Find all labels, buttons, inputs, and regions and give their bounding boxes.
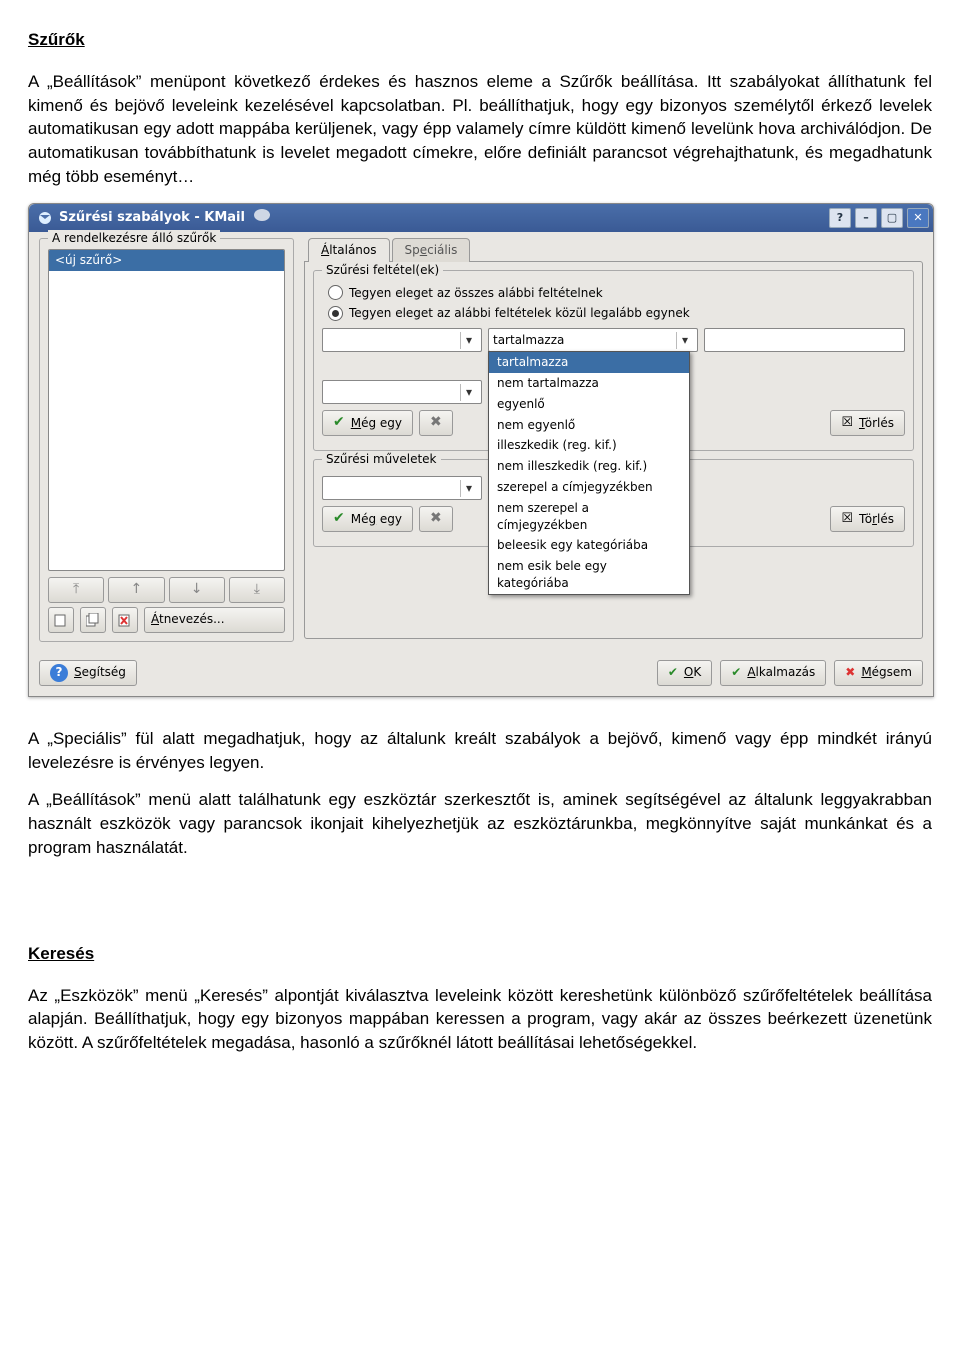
delete-condition-label: Törlés <box>859 415 894 432</box>
radio-icon <box>328 306 343 321</box>
field-combo[interactable]: ▾ <box>322 380 482 404</box>
new-filter-button[interactable] <box>48 607 74 633</box>
heading-filters: Szűrők <box>28 28 932 52</box>
cancel-button[interactable]: ✖ Mégsem <box>834 660 923 686</box>
delete-action-button[interactable]: ☒ Törlés <box>830 506 905 532</box>
radio-match-any[interactable]: Tegyen eleget az alábbi feltételek közül… <box>328 305 905 322</box>
paragraph-1: A „Beállítások” menüpont következő érdek… <box>28 70 932 189</box>
dialog-footer: ? Segítség ✔ OK ✔ Alkalmazás ✖ Mégsem <box>29 654 933 696</box>
fewer-action-button[interactable]: ✖ <box>419 506 453 532</box>
ok-button[interactable]: ✔ OK <box>657 660 712 686</box>
minimize-button[interactable]: – <box>855 208 877 228</box>
paragraph-2: A „Speciális” fül alatt megadhatjuk, hog… <box>28 727 932 775</box>
field-combo[interactable]: ▾ <box>322 328 482 352</box>
close-button[interactable]: ✕ <box>907 208 929 228</box>
add-action-label: Még egy <box>351 511 402 528</box>
add-action-button[interactable]: ✔ Még egy <box>322 506 413 532</box>
x-icon: ✖ <box>430 509 442 529</box>
chevron-down-icon: ▾ <box>676 332 693 349</box>
move-up-button[interactable]: ↑ <box>108 577 164 603</box>
radio-icon <box>328 285 343 300</box>
window-title: Szűrési szabályok - KMail <box>59 209 245 227</box>
help-label: Segítség <box>74 664 126 681</box>
tab-general-pane: Szűrési feltétel(ek) Tegyen eleget az ös… <box>304 261 923 639</box>
dropdown-option[interactable]: nem szerepel a címjegyzékben <box>489 498 689 536</box>
radio-match-all[interactable]: Tegyen eleget az összes alábbi feltételn… <box>328 285 905 302</box>
rename-label: Átnevezés... <box>151 611 225 628</box>
add-condition-button[interactable]: ✔ Még egy <box>322 410 413 436</box>
screenshot-kmail-filter-dialog: Szűrési szabályok - KMail ? – ▢ ✕ A rend… <box>28 203 934 697</box>
condition-row: ▾ tartalmazza ▾ tartalmazza nem tartalma… <box>322 328 905 352</box>
dropdown-option[interactable]: nem esik bele egy kategóriába <box>489 556 689 594</box>
check-icon: ✔ <box>731 664 741 681</box>
operator-combo-value: tartalmazza <box>493 332 676 349</box>
add-condition-label: Még egy <box>351 415 402 432</box>
maximize-button[interactable]: ▢ <box>881 208 903 228</box>
apply-button[interactable]: ✔ Alkalmazás <box>720 660 826 686</box>
dropdown-option[interactable]: szerepel a címjegyzékben <box>489 477 689 498</box>
help-titlebar-button[interactable]: ? <box>829 208 851 228</box>
cancel-label: Mégsem <box>861 664 912 681</box>
available-filters-group: A rendelkezésre álló szűrők <új szűrő> ⤒… <box>39 238 294 642</box>
rename-filter-button[interactable]: Átnevezés... <box>144 607 285 633</box>
x-icon: ✖ <box>430 413 442 433</box>
conditions-group: Szűrési feltétel(ek) Tegyen eleget az ös… <box>313 270 914 452</box>
check-icon: ✔ <box>333 413 345 433</box>
actions-label: Szűrési műveletek <box>322 451 441 468</box>
chevron-down-icon: ▾ <box>460 332 477 349</box>
operator-combo[interactable]: tartalmazza ▾ tartalmazza nem tartalmazz… <box>488 328 698 352</box>
value-input[interactable] <box>704 328 905 352</box>
help-button[interactable]: ? Segítség <box>39 660 137 686</box>
delete-icon: ☒ <box>841 510 853 528</box>
dropdown-option[interactable]: beleesik egy kategóriába <box>489 535 689 556</box>
fewer-condition-button[interactable]: ✖ <box>419 410 453 436</box>
filter-listbox[interactable]: <új szűrő> <box>48 249 285 571</box>
cancel-icon: ✖ <box>845 664 855 681</box>
help-icon: ? <box>50 664 68 682</box>
ok-label: OK <box>684 664 701 681</box>
radio-match-any-label: Tegyen eleget az alábbi feltételek közül… <box>349 305 690 322</box>
dropdown-option[interactable]: nem illeszkedik (reg. kif.) <box>489 456 689 477</box>
chevron-down-icon: ▾ <box>460 384 477 401</box>
delete-filter-button[interactable] <box>112 607 138 633</box>
window-titlebar: Szűrési szabályok - KMail ? – ▢ ✕ <box>29 204 933 232</box>
apply-label: Alkalmazás <box>747 664 815 681</box>
copy-filter-button[interactable] <box>80 607 106 633</box>
delete-icon: ☒ <box>841 414 853 432</box>
paragraph-3: A „Beállítások” menü alatt találhatunk e… <box>28 788 932 859</box>
delete-condition-button[interactable]: ☒ Törlés <box>830 410 905 436</box>
tab-special[interactable]: Speciális <box>392 238 471 262</box>
tab-general[interactable]: Általános <box>308 238 390 262</box>
move-top-button[interactable]: ⤒ <box>48 577 104 603</box>
delete-action-label: Törlés <box>859 511 894 528</box>
heading-search: Keresés <box>28 942 932 966</box>
dropdown-option[interactable]: nem tartalmazza <box>489 373 689 394</box>
check-icon: ✔ <box>333 509 345 529</box>
conditions-label: Szűrési feltétel(ek) <box>322 262 443 279</box>
dropdown-option[interactable]: nem egyenlő <box>489 415 689 436</box>
kmail-logo-icon <box>253 208 271 228</box>
dropdown-option[interactable]: illeszkedik (reg. kif.) <box>489 435 689 456</box>
paragraph-4: Az „Eszközök” menü „Keresés” alpontját k… <box>28 984 932 1055</box>
app-icon <box>37 210 53 226</box>
dropdown-option[interactable]: tartalmazza <box>489 352 689 373</box>
move-down-button[interactable]: ↓ <box>169 577 225 603</box>
radio-match-all-label: Tegyen eleget az összes alábbi feltételn… <box>349 285 603 302</box>
chevron-down-icon: ▾ <box>460 480 477 497</box>
action-combo[interactable]: ▾ <box>322 476 482 500</box>
operator-dropdown[interactable]: tartalmazza nem tartalmazza egyenlő nem … <box>488 351 690 595</box>
available-filters-label: A rendelkezésre álló szűrők <box>48 230 220 247</box>
move-bottom-button[interactable]: ⤓ <box>229 577 285 603</box>
dropdown-option[interactable]: egyenlő <box>489 394 689 415</box>
filter-list-selected-item[interactable]: <új szűrő> <box>49 250 284 271</box>
check-icon: ✔ <box>668 664 678 681</box>
